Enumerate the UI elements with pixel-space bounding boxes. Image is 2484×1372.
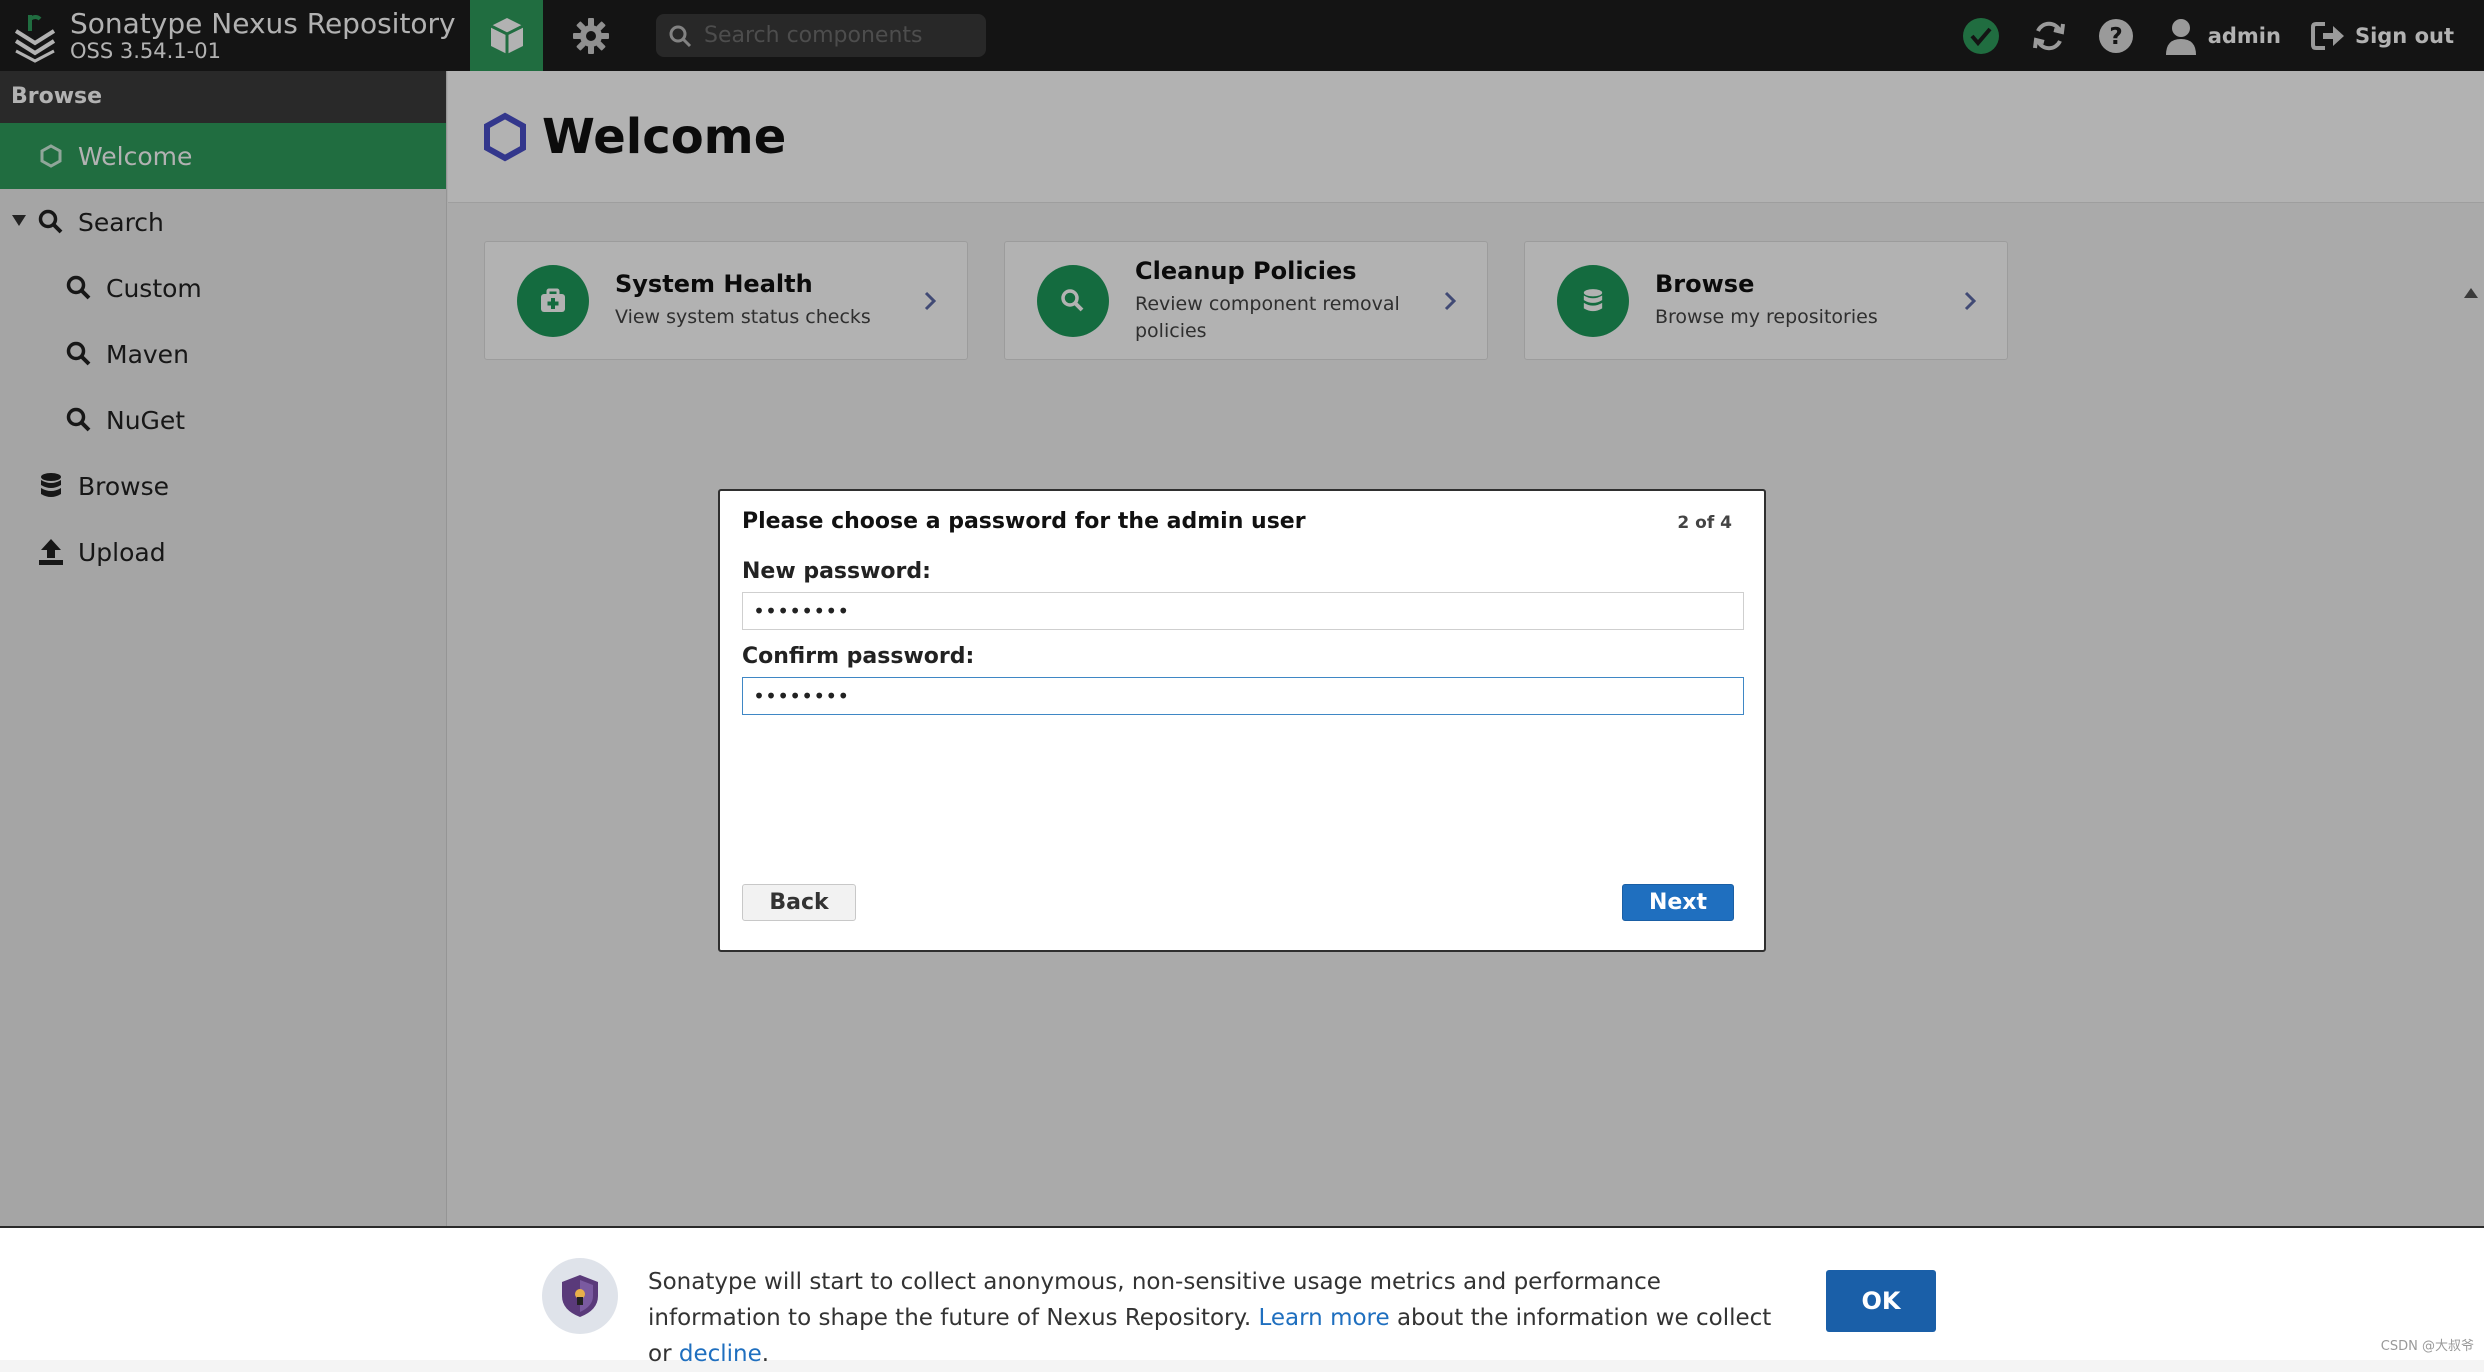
setup-wizard-dialog: Please choose a password for the admin u… (718, 489, 1766, 952)
confirm-password-field[interactable] (742, 677, 1744, 715)
watermark: CSDN @大叔爷 (2380, 1339, 2474, 1354)
new-password-label: New password: (742, 559, 931, 584)
wizard-step-indicator: 2 of 4 (1677, 513, 1732, 533)
dialog-title: Please choose a password for the admin u… (742, 509, 1306, 534)
new-password-field[interactable] (742, 592, 1744, 630)
back-button[interactable]: Back (742, 884, 856, 921)
banner-text-end: . (761, 1341, 770, 1367)
analytics-message: Sonatype will start to collect anonymous… (648, 1264, 1778, 1372)
analytics-consent-banner: Sonatype will start to collect anonymous… (0, 1226, 2484, 1367)
decline-link[interactable]: decline (679, 1341, 762, 1367)
next-button[interactable]: Next (1622, 884, 1734, 921)
ok-button[interactable]: OK (1826, 1270, 1936, 1332)
learn-more-link[interactable]: Learn more (1258, 1305, 1389, 1331)
confirm-password-label: Confirm password: (742, 644, 975, 669)
shield-icon (542, 1258, 618, 1334)
